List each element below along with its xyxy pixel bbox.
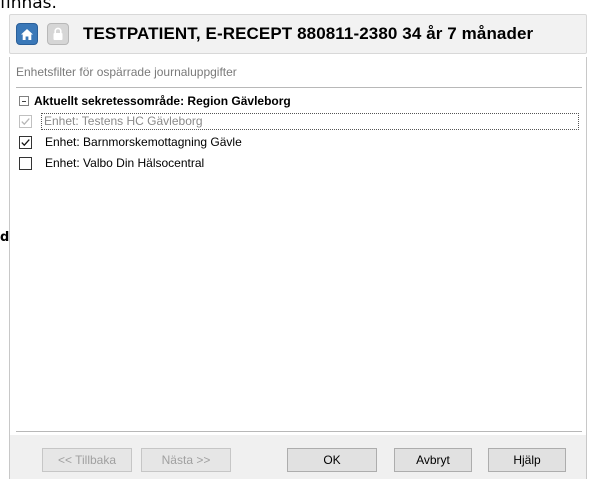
filter-label: Enhetsfilter för ospärrade journaluppgif… (16, 65, 237, 79)
checkmark-icon (21, 138, 30, 146)
unit-filter-dialog: Enhetsfilter för ospärrade journaluppgif… (9, 57, 587, 479)
patient-header: TESTPATIENT, E-RECEPT 880811-2380 34 år … (9, 14, 587, 54)
unit-tree: Aktuellt sekretessområde: Region Gävlebo… (16, 87, 582, 432)
checkbox-testens[interactable] (19, 114, 32, 128)
item-label-testens: Enhet: Testens HC Gävleborg (44, 114, 203, 128)
focus-outline: Enhet: Testens HC Gävleborg (41, 112, 579, 130)
home-button[interactable] (16, 23, 38, 45)
group-label: Aktuellt sekretessområde: Region Gävlebo… (34, 94, 291, 108)
item-label-barnmorske: Enhet: Barnmorskemottagning Gävle (45, 135, 242, 149)
collapse-icon[interactable] (19, 96, 29, 106)
next-button[interactable]: Nästa >> (141, 448, 231, 472)
tree-item-valbo[interactable]: Enhet: Valbo Din Hälsocentral (16, 154, 206, 172)
patient-title: TESTPATIENT, E-RECEPT 880811-2380 34 år … (83, 24, 534, 43)
tree-item-barnmorske[interactable]: Enhet: Barnmorskemottagning Gävle (16, 133, 244, 151)
tree-item-testens[interactable]: Enhet: Testens HC Gävleborg (16, 112, 579, 130)
checkbox-valbo[interactable] (19, 156, 32, 170)
item-label-valbo: Enhet: Valbo Din Hälsocentral (45, 156, 205, 170)
tree-group-row[interactable]: Aktuellt sekretessområde: Region Gävlebo… (16, 92, 291, 110)
checkmark-icon (21, 117, 30, 125)
home-icon (21, 28, 33, 40)
cancel-button[interactable]: Avbryt (394, 448, 472, 472)
lock-button[interactable] (47, 23, 69, 45)
ok-button[interactable]: OK (287, 448, 377, 472)
lock-icon (53, 27, 63, 40)
dialog-button-bar: << Tillbaka Nästa >> OK Avbryt Hjälp (10, 435, 586, 479)
checkbox-barnmorske[interactable] (19, 135, 32, 149)
back-button[interactable]: << Tillbaka (42, 448, 132, 472)
background-text-fragment: finnas. (0, 0, 57, 13)
background-text-fragment-left: d (0, 230, 9, 245)
help-button[interactable]: Hjälp (488, 448, 566, 472)
